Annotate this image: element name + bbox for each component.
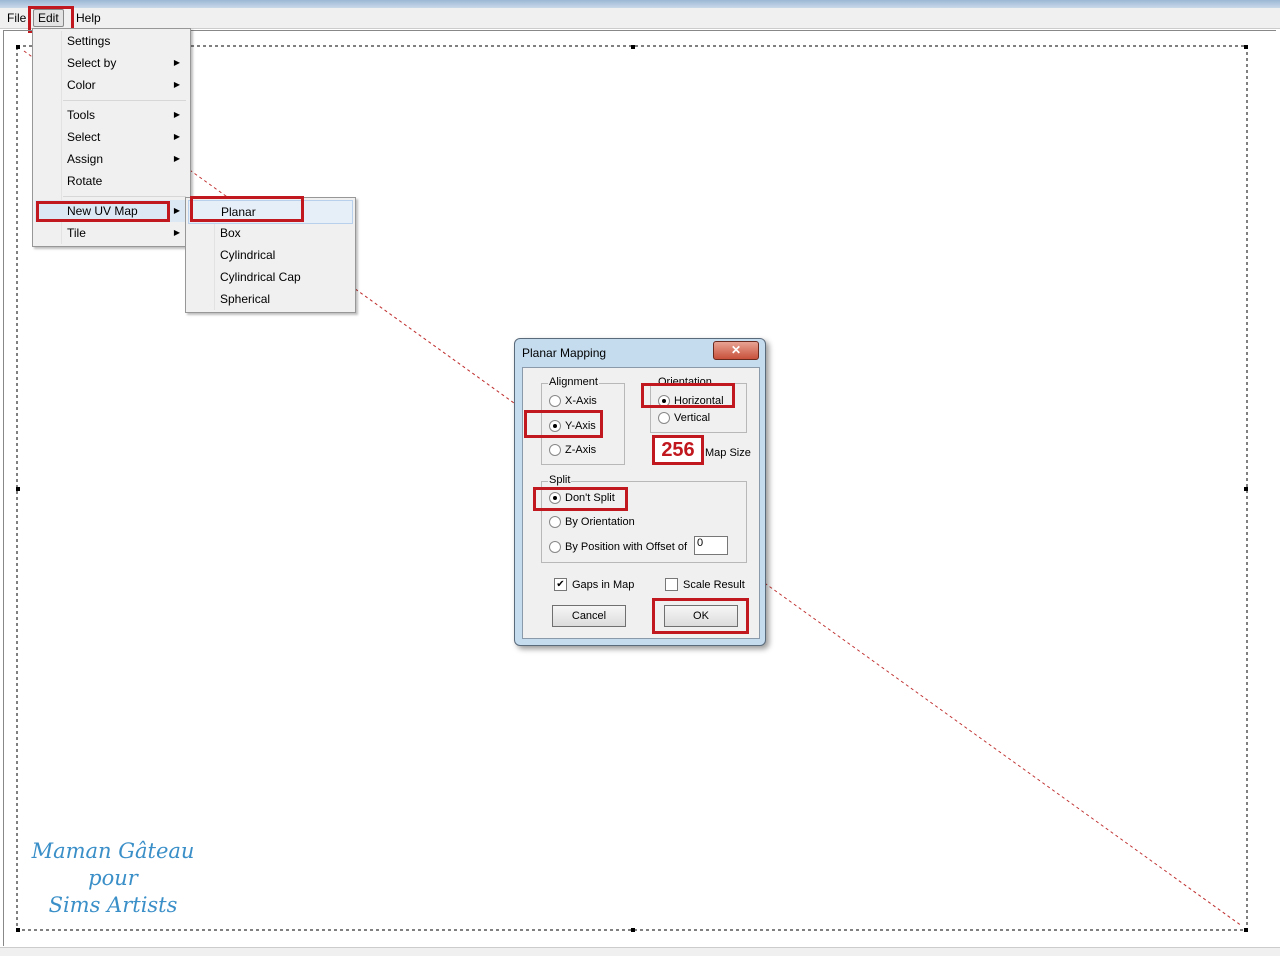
highlight-horizontal <box>641 383 735 408</box>
menu-file[interactable]: File <box>3 10 30 26</box>
alignment-label: Alignment <box>548 376 599 388</box>
offset-input[interactable]: 0 <box>694 536 728 555</box>
label: Rotate <box>67 174 103 188</box>
watermark-line3: Sims Artists <box>48 893 178 917</box>
map-size-label: Map Size <box>705 447 751 459</box>
highlight-y-axis <box>524 410 603 438</box>
label: Spherical <box>220 292 271 306</box>
menu-separator <box>63 196 186 197</box>
label: Select by <box>67 56 117 70</box>
highlight-planar <box>190 196 304 222</box>
cancel-button[interactable]: Cancel <box>552 605 626 627</box>
submenu-arrow-icon: ▶ <box>173 80 180 89</box>
submenu-arrow-icon: ▶ <box>173 206 180 215</box>
watermark-line2: pour <box>88 866 138 890</box>
label: Gaps in Map <box>572 579 635 591</box>
menu-item-spherical[interactable]: Spherical <box>188 288 353 310</box>
label: Assign <box>67 152 104 166</box>
label: Select <box>67 130 101 144</box>
highlight-dont-split <box>533 487 628 511</box>
menu-item-box[interactable]: Box <box>188 222 353 244</box>
scale-result-checkbox[interactable]: Scale Result <box>665 578 745 592</box>
menu-item-tile[interactable]: Tile ▶ <box>35 222 188 244</box>
dialog-title: Planar Mapping <box>522 346 607 360</box>
radio-x-axis[interactable]: X-Axis <box>549 394 597 408</box>
highlight-new-uv-map <box>36 201 170 222</box>
radio-by-orientation[interactable]: By Orientation <box>549 515 635 529</box>
checkbox-box <box>665 578 678 591</box>
label: Scale Result <box>683 579 745 591</box>
radio-z-axis[interactable]: Z-Axis <box>549 443 596 457</box>
submenu-arrow-icon: ▶ <box>173 58 180 67</box>
label: Color <box>67 78 96 92</box>
gaps-in-map-checkbox[interactable]: ✔ Gaps in Map <box>554 578 634 592</box>
label: Tools <box>67 108 96 122</box>
menu-item-cylindrical-cap[interactable]: Cylindrical Cap <box>188 266 353 288</box>
watermark-line1: Maman Gâteau <box>31 839 195 863</box>
submenu-arrow-icon: ▶ <box>173 110 180 119</box>
close-button[interactable]: ✕ <box>713 341 759 360</box>
menu-item-rotate[interactable]: Rotate <box>35 170 188 192</box>
watermark: Maman Gâteau pour Sims Artists <box>28 838 198 919</box>
menu-help[interactable]: Help <box>72 10 105 26</box>
menu-item-settings[interactable]: Settings <box>35 30 188 52</box>
checkmark-icon: ✔ <box>554 578 567 591</box>
label: Box <box>220 226 241 240</box>
label: Cylindrical <box>220 248 276 262</box>
menu-bar: File Edit Help <box>0 8 1280 29</box>
menu-item-assign[interactable]: Assign ▶ <box>35 148 188 170</box>
radio-vertical[interactable]: Vertical <box>658 411 710 425</box>
menu-item-select[interactable]: Select ▶ <box>35 126 188 148</box>
highlight-ok <box>652 598 749 634</box>
submenu-arrow-icon: ▶ <box>173 132 180 141</box>
title-bar <box>0 0 1280 8</box>
menu-separator <box>63 100 186 101</box>
submenu-arrow-icon: ▶ <box>173 154 180 163</box>
submenu-arrow-icon: ▶ <box>173 228 180 237</box>
menu-item-tools[interactable]: Tools ▶ <box>35 104 188 126</box>
label: Tile <box>67 226 86 240</box>
label: Cylindrical Cap <box>220 270 301 284</box>
menu-item-cylindrical[interactable]: Cylindrical <box>188 244 353 266</box>
radio-by-position[interactable]: By Position with Offset of <box>549 540 687 554</box>
split-label: Split <box>548 474 572 486</box>
menu-item-select-by[interactable]: Select by ▶ <box>35 52 188 74</box>
label: Settings <box>67 34 111 48</box>
map-size-input[interactable]: 256 <box>652 435 704 465</box>
menu-item-color[interactable]: Color ▶ <box>35 74 188 96</box>
